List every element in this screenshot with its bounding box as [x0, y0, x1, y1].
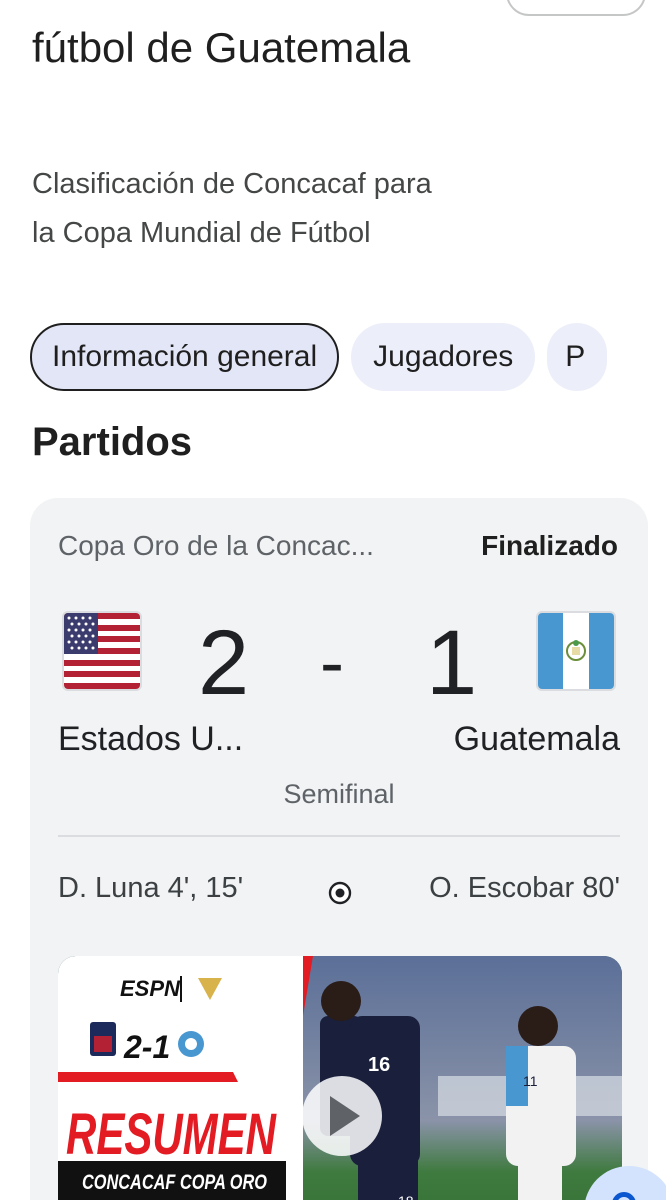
espn-logo-text: ESPN — [120, 976, 181, 1001]
scorers-row: D. Luna 4', 15' O. Escobar 80' — [58, 868, 620, 908]
jersey-number-18: 18 — [398, 1193, 414, 1200]
copa-oro-caption: CONCACAF COPA ORO — [82, 1171, 267, 1194]
away-scorers: O. Escobar 80' — [429, 872, 620, 904]
resumen-title: RESUMEN — [66, 1102, 277, 1167]
match-round: Semifinal — [283, 779, 395, 809]
guatemala-flag-icon — [538, 613, 614, 689]
jersey-number-16: 16 — [368, 1054, 390, 1076]
section-title: Partidos — [32, 420, 193, 464]
home-score: 2 — [198, 612, 250, 714]
page-title: fútbol de Guatemala — [32, 24, 411, 71]
tab-partial[interactable]: P — [547, 323, 608, 391]
away-score: 1 — [426, 612, 478, 714]
home-team-name: Estados U... — [58, 720, 244, 758]
tab-bar: Información general Jugadores P — [30, 323, 608, 391]
video-score-text: 2-1 — [123, 1029, 170, 1065]
match-status: Finalizado — [481, 530, 618, 561]
divider — [58, 835, 620, 837]
soccer-ball-icon — [328, 876, 352, 905]
competition-name: Copa Oro de la Concac... — [58, 530, 374, 561]
tab-informacion-general[interactable]: Información general — [30, 323, 340, 391]
match-card[interactable]: Copa Oro de la Concac... Finalizado 2 - — [30, 498, 648, 1200]
top-action-pill[interactable] — [506, 0, 646, 16]
away-team-name: Guatemala — [453, 720, 620, 758]
home-scorers: D. Luna 4', 15' — [58, 872, 244, 904]
match-header: Copa Oro de la Concac... Finalizado — [58, 526, 618, 566]
page-subtitle: Clasificación de Concacaf para la Copa M… — [32, 168, 432, 249]
tab-jugadores[interactable]: Jugadores — [351, 323, 536, 391]
score-separator: - — [320, 623, 344, 703]
usa-flag-icon — [64, 613, 140, 689]
fab-icon — [612, 1192, 636, 1200]
highlight-video-thumbnail[interactable]: ESPN 2-1 RESUMEN CONCACAF COPA ORO 16 18… — [58, 956, 622, 1200]
jersey-number-11: 11 — [523, 1073, 538, 1089]
